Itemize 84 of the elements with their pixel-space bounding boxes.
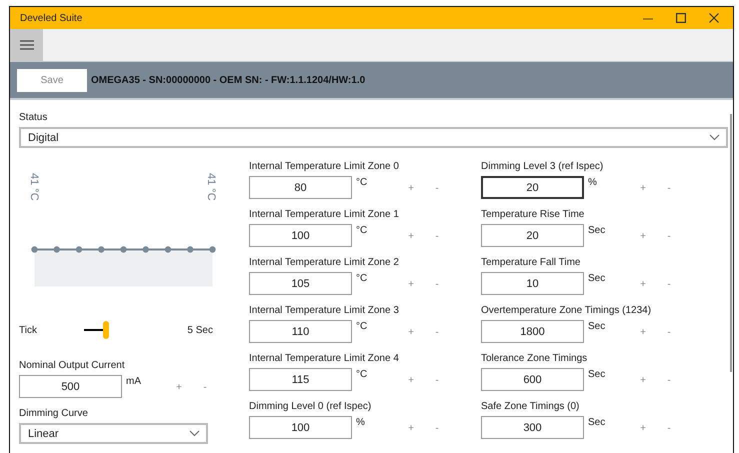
window-title: Develed Suite xyxy=(20,12,82,24)
increment-button[interactable]: + xyxy=(166,382,192,393)
field-label: Tolerance Zone Timings xyxy=(481,353,588,364)
curve-dropdown[interactable]: Linear xyxy=(19,423,208,444)
decrement-button[interactable]: - xyxy=(424,231,450,242)
decrement-button[interactable]: - xyxy=(192,382,218,393)
number-input[interactable]: 20 xyxy=(481,176,584,199)
unit-label: Sec xyxy=(588,321,606,332)
unit-label: Sec xyxy=(588,417,606,428)
chevron-down-icon xyxy=(709,134,720,141)
increment-button[interactable]: + xyxy=(630,183,656,194)
decrement-button[interactable]: - xyxy=(656,231,682,242)
number-input[interactable]: 1800 xyxy=(481,320,584,343)
number-input[interactable]: 110 xyxy=(249,320,352,343)
number-input[interactable]: 600 xyxy=(481,368,584,391)
field-label: Internal Temperature Limit Zone 1 xyxy=(249,209,400,220)
field-label: Internal Temperature Limit Zone 4 xyxy=(249,353,400,364)
unit-label: Sec xyxy=(588,225,606,236)
decrement-button[interactable]: - xyxy=(656,327,682,338)
field-label: Dimming Level 0 (ref Ispec) xyxy=(249,401,372,412)
field-label: Internal Temperature Limit Zone 3 xyxy=(249,305,400,316)
field-label: Dimming Curve xyxy=(19,408,89,419)
increment-button[interactable]: + xyxy=(398,327,424,338)
decrement-button[interactable]: - xyxy=(424,279,450,290)
unit-label: °C xyxy=(356,321,368,332)
maximize-icon[interactable] xyxy=(676,13,686,23)
increment-button[interactable]: + xyxy=(398,375,424,386)
number-input[interactable]: 300 xyxy=(481,416,584,439)
temperature-label: 41 °C xyxy=(28,173,40,203)
decrement-button[interactable]: - xyxy=(424,423,450,434)
increment-button[interactable]: + xyxy=(630,423,656,434)
number-input[interactable]: 500 xyxy=(19,375,122,398)
increment-button[interactable]: + xyxy=(398,231,424,242)
field-label: Nominal Output Current xyxy=(19,360,126,371)
scrollbar[interactable] xyxy=(730,114,732,372)
increment-button[interactable]: + xyxy=(630,231,656,242)
tick-reading: 5 Sec xyxy=(187,324,213,336)
menu-icon xyxy=(20,40,34,50)
unit-label: Sec xyxy=(588,369,606,380)
save-button[interactable]: Save xyxy=(17,68,87,92)
temperature-label: 41 °C xyxy=(205,173,217,203)
decrement-button[interactable]: - xyxy=(424,327,450,338)
number-input[interactable]: 100 xyxy=(249,224,352,247)
decrement-button[interactable]: - xyxy=(656,279,682,290)
field-label: Internal Temperature Limit Zone 0 xyxy=(249,161,400,172)
tick-label: Tick xyxy=(19,324,38,336)
unit-label: % xyxy=(356,417,366,428)
number-input[interactable]: 80 xyxy=(249,176,352,199)
field-label: Temperature Rise Time xyxy=(481,209,586,220)
unit-label: % xyxy=(588,177,598,188)
device-info: OMEGA35 - SN:00000000 - OEM SN: - FW:1.1.1204/HW:1.0 xyxy=(91,74,366,86)
decrement-button[interactable]: - xyxy=(656,423,682,434)
field-label: Internal Temperature Limit Zone 2 xyxy=(249,257,400,268)
field-label: Overtemperature Zone Timings (1234) xyxy=(481,305,652,316)
decrement-button[interactable]: - xyxy=(656,183,682,194)
increment-button[interactable]: + xyxy=(398,279,424,290)
number-input[interactable]: 20 xyxy=(481,224,584,247)
decrement-button[interactable]: - xyxy=(424,183,450,194)
number-input[interactable]: 115 xyxy=(249,368,352,391)
number-input[interactable]: 100 xyxy=(249,416,352,439)
increment-button[interactable]: + xyxy=(630,375,656,386)
unit-label: mA xyxy=(126,376,142,387)
field-label: Safe Zone Timings (0) xyxy=(481,401,580,412)
increment-button[interactable]: + xyxy=(630,279,656,290)
field-label: Temperature Fall Time xyxy=(481,257,582,268)
field-label: Dimming Level 3 (ref Ispec) xyxy=(481,161,604,172)
increment-button[interactable]: + xyxy=(398,183,424,194)
unit-label: °C xyxy=(356,177,368,188)
menu-button[interactable] xyxy=(10,29,43,61)
unit-label: Sec xyxy=(588,273,606,284)
increment-button[interactable]: + xyxy=(630,327,656,338)
tick-slider[interactable] xyxy=(84,321,109,339)
chevron-down-icon xyxy=(189,430,200,437)
increment-button[interactable]: + xyxy=(398,423,424,434)
unit-label: °C xyxy=(356,225,368,236)
status-dropdown[interactable]: Digital xyxy=(19,127,728,148)
close-icon[interactable] xyxy=(709,13,719,23)
unit-label: °C xyxy=(356,273,368,284)
decrement-button[interactable]: - xyxy=(656,375,682,386)
number-input[interactable]: 10 xyxy=(481,272,584,295)
decrement-button[interactable]: - xyxy=(424,375,450,386)
status-label: Status xyxy=(19,112,48,123)
number-input[interactable]: 105 xyxy=(249,272,352,295)
unit-label: °C xyxy=(356,369,368,380)
